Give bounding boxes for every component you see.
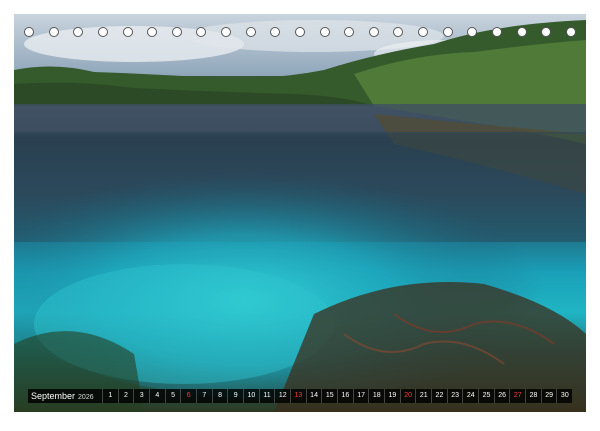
day-cell: 5 xyxy=(164,389,181,403)
binding-ring xyxy=(221,27,231,37)
day-cell: 1 xyxy=(102,389,118,403)
binding-ring xyxy=(196,27,207,37)
day-cell: 24 xyxy=(462,389,478,403)
day-cell: 20 xyxy=(399,389,416,403)
day-cell: 9 xyxy=(227,389,243,403)
binding-ring xyxy=(48,27,59,37)
binding-ring xyxy=(368,27,379,37)
day-cell: 19 xyxy=(384,389,400,403)
month-label: September 2026 xyxy=(28,391,102,401)
day-cell: 14 xyxy=(305,389,322,403)
day-cell: 22 xyxy=(431,389,447,403)
day-cell: 16 xyxy=(337,389,353,403)
spiral-binding xyxy=(14,22,586,42)
day-cell: 23 xyxy=(446,389,463,403)
binding-ring xyxy=(97,27,108,37)
day-cell: 21 xyxy=(415,389,431,403)
binding-ring xyxy=(122,27,133,37)
binding-ring xyxy=(393,27,404,37)
day-cell: 15 xyxy=(321,389,337,403)
day-cell: 2 xyxy=(117,389,134,403)
photo-illustration xyxy=(14,14,586,412)
day-cell: 28 xyxy=(525,389,541,403)
day-cell: 26 xyxy=(493,389,510,403)
binding-ring xyxy=(147,27,158,37)
day-cell: 8 xyxy=(211,389,228,403)
day-cell: 17 xyxy=(352,389,369,403)
day-cell: 11 xyxy=(258,389,275,403)
day-cell: 10 xyxy=(243,389,259,403)
binding-ring xyxy=(319,27,330,37)
day-cell: 29 xyxy=(540,389,557,403)
day-cell: 18 xyxy=(368,389,384,403)
binding-ring xyxy=(442,27,453,37)
binding-ring xyxy=(491,27,502,37)
binding-ring xyxy=(73,27,84,37)
day-cell: 7 xyxy=(196,389,212,403)
day-cell: 12 xyxy=(274,389,290,403)
day-row: 1 2 3 4 5 6 7 8 9 10 11 12 13 14 15 16 17 18 19 20 21 22 23 24 2… xyxy=(102,389,572,403)
calendar-strip: September 2026 1 2 3 4 5 6 7 8 9 10 11 12 13 14 15 16 17… xyxy=(28,389,572,403)
day-cell: 4 xyxy=(149,389,165,403)
day-cell: 30 xyxy=(556,389,572,403)
day-cell: 6 xyxy=(180,389,196,403)
binding-ring xyxy=(171,27,182,37)
binding-ring xyxy=(418,27,428,37)
day-cell: 3 xyxy=(133,389,149,403)
binding-ring xyxy=(24,27,34,37)
month-name: September xyxy=(31,391,76,401)
binding-ring xyxy=(565,27,576,37)
binding-ring xyxy=(344,27,355,37)
binding-ring xyxy=(294,27,305,37)
binding-ring xyxy=(270,27,281,37)
binding-ring xyxy=(467,27,478,37)
binding-ring xyxy=(245,27,256,37)
day-cell: 13 xyxy=(290,389,306,403)
binding-ring xyxy=(516,27,527,37)
binding-ring xyxy=(541,27,552,37)
day-cell: 25 xyxy=(478,389,494,403)
day-cell: 27 xyxy=(509,389,525,403)
landscape-photo xyxy=(14,14,586,412)
year-label: 2026 xyxy=(78,394,94,401)
calendar-page: September 2026 1 2 3 4 5 6 7 8 9 10 11 12 13 14 15 16 17… xyxy=(0,0,600,431)
